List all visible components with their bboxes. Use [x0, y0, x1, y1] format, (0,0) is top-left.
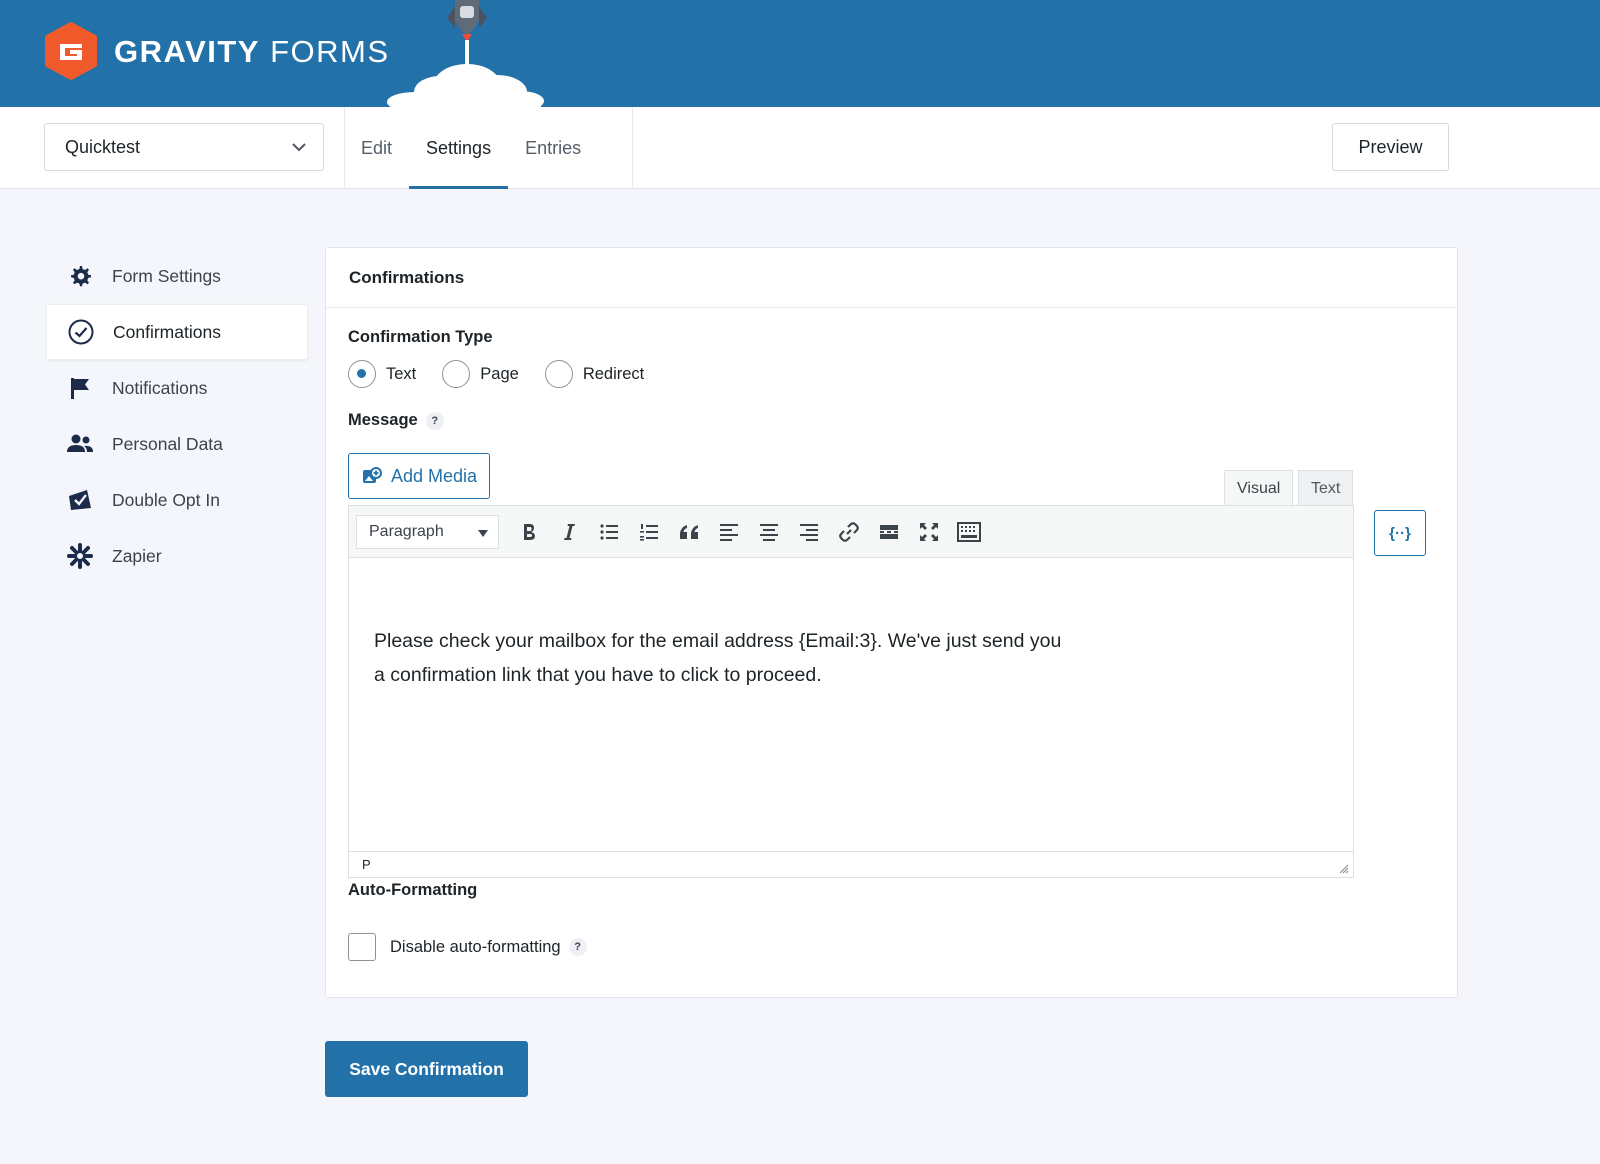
format-select-value: Paragraph: [369, 522, 444, 540]
help-icon[interactable]: ?: [425, 411, 444, 430]
italic-icon[interactable]: [549, 512, 589, 552]
radio-button: [442, 360, 471, 388]
bulleted-list-icon[interactable]: [589, 512, 629, 552]
sidebar-item-label: Form Settings: [112, 265, 221, 286]
message-label-text: Message: [348, 411, 418, 429]
app-header: GRAVITY FORMS: [0, 0, 1600, 107]
users-icon: [66, 430, 94, 458]
sidebar-item-personal-data[interactable]: Personal Data: [46, 416, 308, 472]
save-confirmation-button[interactable]: Save Confirmation: [325, 1041, 528, 1097]
rocket-illustration: [387, 0, 544, 107]
sidebar-item-double-opt-in[interactable]: Double Opt In: [46, 472, 308, 528]
form-selector[interactable]: Quicktest: [44, 123, 324, 171]
blockquote-icon[interactable]: [669, 512, 709, 552]
merge-tags-button[interactable]: {··}: [1374, 510, 1426, 556]
resize-handle-icon[interactable]: [1337, 862, 1349, 874]
sidebar-item-label: Double Opt In: [112, 489, 220, 510]
preview-button[interactable]: Preview: [1332, 123, 1449, 171]
numbered-list-icon[interactable]: [629, 512, 669, 552]
add-media-button[interactable]: Add Media: [348, 453, 490, 499]
form-tabs: Edit Settings Entries: [344, 107, 598, 189]
element-path[interactable]: P: [362, 857, 371, 872]
fullscreen-icon[interactable]: [909, 512, 949, 552]
radio-page[interactable]: Page: [442, 360, 519, 388]
sidebar-item-confirmations[interactable]: Confirmations: [46, 304, 308, 360]
confirmation-type-radios: Text Page Redirect: [348, 360, 670, 388]
form-selector-value: Quicktest: [65, 136, 141, 157]
gravity-forms-logo-icon: [45, 22, 97, 80]
message-label: Message ?: [348, 411, 444, 430]
radio-redirect[interactable]: Redirect: [544, 360, 645, 388]
sidebar-item-notifications[interactable]: Notifications: [46, 360, 308, 416]
message-text-line: Please check your mailbox for the email …: [374, 630, 1062, 652]
radio-button: [348, 360, 376, 388]
flag-icon: [66, 374, 94, 402]
align-left-icon[interactable]: [709, 512, 749, 552]
sidebar-item-label: Personal Data: [112, 433, 223, 454]
editor-tab-text[interactable]: Text: [1298, 470, 1354, 506]
auto-formatting-label: Auto-Formatting: [348, 881, 478, 899]
add-media-label: Add Media: [390, 465, 478, 486]
radio-button: [544, 360, 573, 388]
gravity-forms-logo[interactable]: GRAVITY FORMS: [44, 22, 390, 80]
tab-edit[interactable]: Edit: [344, 107, 409, 189]
sidebar-item-label: Notifications: [112, 377, 208, 398]
editor-content[interactable]: Please check your mailbox for the email …: [349, 558, 1353, 852]
link-icon[interactable]: [829, 512, 869, 552]
editor-statusbar: P: [349, 851, 1353, 877]
sidebar-item-form-settings[interactable]: Form Settings: [46, 248, 308, 304]
radio-label: Redirect: [582, 364, 645, 383]
format-select[interactable]: Paragraph: [356, 514, 499, 549]
disable-auto-formatting-checkbox[interactable]: [348, 933, 376, 961]
confirmation-panel: Confirmations Confirmation Type Text Pag…: [325, 247, 1458, 998]
asterisk-icon: [66, 542, 94, 570]
help-icon[interactable]: ?: [568, 938, 587, 956]
tab-settings[interactable]: Settings: [409, 107, 509, 189]
add-media-icon: [362, 467, 382, 483]
sidebar-item-label: Confirmations: [113, 321, 221, 342]
gear-icon: [66, 262, 94, 290]
align-center-icon[interactable]: [749, 512, 789, 552]
check-circle-icon: [67, 318, 95, 346]
divider: [632, 107, 633, 189]
editor-tab-visual[interactable]: Visual: [1224, 470, 1294, 506]
message-editor: Paragraph Please check your mailbox for …: [348, 505, 1354, 878]
chevron-down-icon: [292, 143, 306, 152]
radio-text[interactable]: Text: [348, 360, 416, 388]
radio-label: Text: [386, 364, 417, 383]
bold-icon[interactable]: [509, 512, 549, 552]
message-text-line: a confirmation link that you have to cli…: [374, 664, 822, 686]
tab-entries[interactable]: Entries: [508, 107, 598, 189]
sidebar-item-label: Zapier: [112, 545, 162, 566]
toolbar-toggle-icon[interactable]: [949, 512, 989, 552]
align-right-icon[interactable]: [789, 512, 829, 552]
read-more-icon[interactable]: [869, 512, 909, 552]
checkbox-label: Disable auto-formatting: [390, 937, 561, 956]
confirmation-type-label: Confirmation Type: [348, 328, 493, 346]
disable-auto-formatting-option[interactable]: Disable auto-formatting ?: [348, 933, 587, 961]
sidebar-item-zapier[interactable]: Zapier: [46, 528, 308, 584]
editor-toolbar: Paragraph: [349, 506, 1353, 558]
brand-name: GRAVITY FORMS: [114, 33, 390, 69]
form-toolbar: Quicktest Edit Settings Entries Preview: [0, 107, 1600, 189]
settings-sidebar: Form Settings Confirmations Notification…: [46, 248, 308, 584]
panel-title: Confirmations: [326, 248, 1457, 308]
dropdown-arrow-icon: [478, 529, 488, 537]
envelope-check-icon: [66, 486, 94, 514]
radio-label: Page: [480, 364, 519, 383]
